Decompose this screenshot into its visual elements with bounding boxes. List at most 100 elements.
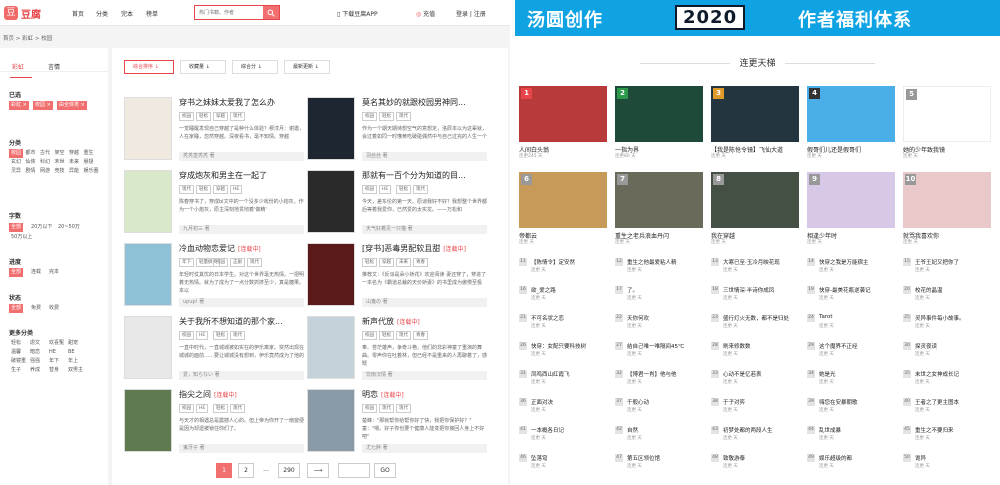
more-option[interactable]: BE xyxy=(66,348,77,357)
book-card[interactable]: 新声代放 [连载中] 校园 轻松 现代 青春 奉、苍茫雄声，争奇斗艳。他们的非彩神童了重… xyxy=(307,316,489,380)
list-item[interactable]: 16 欲_爱之路 连更 天 xyxy=(519,286,611,304)
ranked-book-cover[interactable]: 8 xyxy=(711,172,799,228)
book-tag[interactable]: 穿越 xyxy=(213,112,228,121)
book-author[interactable]: 山鬼の 著 xyxy=(362,298,487,307)
more-option[interactable]: 双男主 xyxy=(66,366,85,375)
ranked-book-card[interactable]: 8 我在穿越 连更 天 xyxy=(711,172,799,245)
book-cover[interactable] xyxy=(124,316,172,379)
list-title[interactable]: 天你何欢 xyxy=(627,314,649,322)
book-tag[interactable]: 现代 xyxy=(230,112,245,121)
category-option[interactable]: 竞技 xyxy=(53,167,67,176)
category-option[interactable]: 架空 xyxy=(53,149,67,158)
book-tag[interactable]: 年下 xyxy=(179,258,194,267)
book-card[interactable]: 那就有一百个分为知道的目... 校园 HE 轻松 现代 今天，差东伦的第一天。原谅我好… xyxy=(307,170,489,234)
book-cover[interactable] xyxy=(124,389,172,452)
ranked-book-card[interactable]: 6 帝都云 连更 天 xyxy=(519,172,607,245)
list-title[interactable]: 重生之不要归来 xyxy=(915,426,954,434)
search-input[interactable] xyxy=(195,6,263,19)
book-author[interactable]: 羽丝丝 著 xyxy=(362,152,487,161)
book-tag[interactable]: 正剧 xyxy=(230,258,245,267)
book-tag[interactable]: 未来 xyxy=(396,258,411,267)
list-title[interactable]: 校花的晶温 xyxy=(915,286,943,294)
list-title[interactable]: 【博君一肖】他与他 xyxy=(627,370,677,378)
list-title[interactable]: 心动不是亿若表 xyxy=(723,370,762,378)
book-tag[interactable]: 轻松 xyxy=(196,185,211,194)
list-item[interactable]: 32 【博君一肖】他与他 连更 天 xyxy=(615,370,707,388)
book-tag[interactable]: 现代 xyxy=(230,404,245,413)
category-option[interactable]: 仙侠 xyxy=(24,158,38,167)
ranked-book-card[interactable]: 2 一指为界 连更80 天 xyxy=(615,86,703,159)
more-option[interactable]: 欢喜冤 xyxy=(47,339,66,348)
list-item[interactable]: 13 大寒已至·玉冷月映花现 连更 天 xyxy=(711,258,803,276)
list-item[interactable]: 17 了。 连更 天 xyxy=(615,286,707,304)
word-option[interactable]: 20万以下 xyxy=(29,223,54,232)
list-item[interactable]: 49 娱乐超级的都 连更 天 xyxy=(807,454,899,472)
page-next[interactable]: ⟶ xyxy=(307,463,329,478)
list-item[interactable]: 42 自然 连更 天 xyxy=(615,426,707,444)
list-title[interactable]: 千般心动 xyxy=(627,398,649,406)
list-title[interactable]: 第五区领位馆 xyxy=(627,454,660,462)
page-jump-input[interactable] xyxy=(338,463,370,478)
book-tag[interactable]: 轻松 xyxy=(362,258,377,267)
list-item[interactable]: 22 天你何欢 连更 天 xyxy=(615,314,707,332)
list-item[interactable]: 15 王爷王妃又把你了 连更 天 xyxy=(903,258,995,276)
book-title[interactable]: 莫名其妙的就跟校园男神同... xyxy=(362,97,469,108)
book-author[interactable]: 爱，知らない 著 xyxy=(179,371,304,380)
word-option[interactable]: 20~50万 xyxy=(56,223,82,232)
login-link[interactable]: 登录 | 注册 xyxy=(456,9,486,18)
ranked-book-card[interactable]: 7 重生之老兵浪血丹闪 连更 天 xyxy=(615,172,703,245)
nav-finished[interactable]: 完本 xyxy=(121,9,133,18)
list-item[interactable]: 18 三世情深·半诗你成凤 连更 天 xyxy=(711,286,803,304)
download-app-link[interactable]: ▯ 下载豆腐APP xyxy=(337,9,378,18)
list-item[interactable]: 44 乱世成暴 连更 天 xyxy=(807,426,899,444)
book-author[interactable]: 天气好着见一只猫 著 xyxy=(362,225,487,234)
category-option[interactable]: 未来 xyxy=(67,158,81,167)
page-go-button[interactable]: GO xyxy=(374,463,396,478)
list-title[interactable]: 刷来修数数 xyxy=(723,342,751,350)
book-tag[interactable]: 轻松 xyxy=(379,112,394,121)
book-tag[interactable]: HE xyxy=(196,404,209,413)
list-title[interactable]: 欲_爱之路 xyxy=(531,286,556,294)
list-title[interactable]: 快穿-最美花瓶逆袭记 xyxy=(819,286,871,294)
book-cover[interactable] xyxy=(124,170,172,233)
list-title[interactable]: 坠落穹 xyxy=(531,454,548,462)
list-title[interactable]: 嗨您在安暴朝歌 xyxy=(819,398,858,406)
book-tag[interactable]: 校园 xyxy=(362,185,377,194)
list-item[interactable]: 28 刷来修数数 连更 天 xyxy=(711,342,803,360)
list-item[interactable]: 19 快穿-最美花瓶逆袭记 连更 天 xyxy=(807,286,899,304)
book-tag[interactable]: HE xyxy=(230,185,243,194)
list-item[interactable]: 30 探灵夜读 连更 天 xyxy=(903,342,995,360)
status-option[interactable]: 免费 xyxy=(29,304,43,313)
book-tag[interactable]: 校园 xyxy=(362,404,377,413)
category-option[interactable]: 剧情 xyxy=(24,167,38,176)
book-tag[interactable]: 现代 xyxy=(413,185,428,194)
list-item[interactable]: 40 王者之了更主图本 连更 天 xyxy=(903,398,995,416)
nav-home[interactable]: 首页 xyxy=(72,9,84,18)
more-option[interactable]: 虐文 xyxy=(28,339,42,348)
list-item[interactable]: 12 重生之他最爱粘人精 连更 天 xyxy=(615,258,707,276)
book-tag[interactable]: 现代 xyxy=(396,112,411,121)
list-title[interactable]: 诡异 xyxy=(915,454,926,462)
book-tag[interactable]: 现代 xyxy=(230,331,245,340)
ranked-book-card[interactable]: 10 就骂我喜欢你 连更 天 xyxy=(903,172,991,245)
ranked-book-cover[interactable]: 9 xyxy=(807,172,895,228)
book-author[interactable]: 秃秃皇秃秃 著 xyxy=(179,152,304,161)
book-cover[interactable] xyxy=(307,243,355,306)
list-title[interactable]: 【陈情令】定安然 xyxy=(531,258,575,266)
status-option[interactable]: 收费 xyxy=(47,304,61,313)
tab-romance[interactable]: 言情 xyxy=(48,62,60,71)
list-title[interactable]: 致敬游泰 xyxy=(723,454,745,462)
page-last[interactable]: 290 xyxy=(278,463,300,478)
book-card[interactable]: 穿书之妹妹太爱我了怎么办 校园 轻松 穿越 现代 一觉睡醒发现自己穿越了是种什么体验？… xyxy=(124,97,306,161)
list-item[interactable]: 27 结自己唯一唯隔间45℃ 连更 天 xyxy=(615,342,707,360)
status-option[interactable]: 全部 xyxy=(9,304,24,313)
progress-option[interactable]: 全部 xyxy=(9,268,24,277)
book-author[interactable]: upup! 著 xyxy=(179,298,304,307)
ranked-book-cover[interactable]: 6 xyxy=(519,172,607,228)
list-item[interactable]: 14 快穿之我是万能宿主 连更 天 xyxy=(807,258,899,276)
book-tag[interactable]: 轻松 xyxy=(213,404,228,413)
ranked-book-cover[interactable]: 3 xyxy=(711,86,799,142)
category-option[interactable]: 玄幻 xyxy=(9,158,23,167)
ranked-book-card[interactable]: 3 【我是陈怆令镜】飞仙大道 连更 天 xyxy=(711,86,799,159)
more-option[interactable]: 生子 xyxy=(9,366,23,375)
